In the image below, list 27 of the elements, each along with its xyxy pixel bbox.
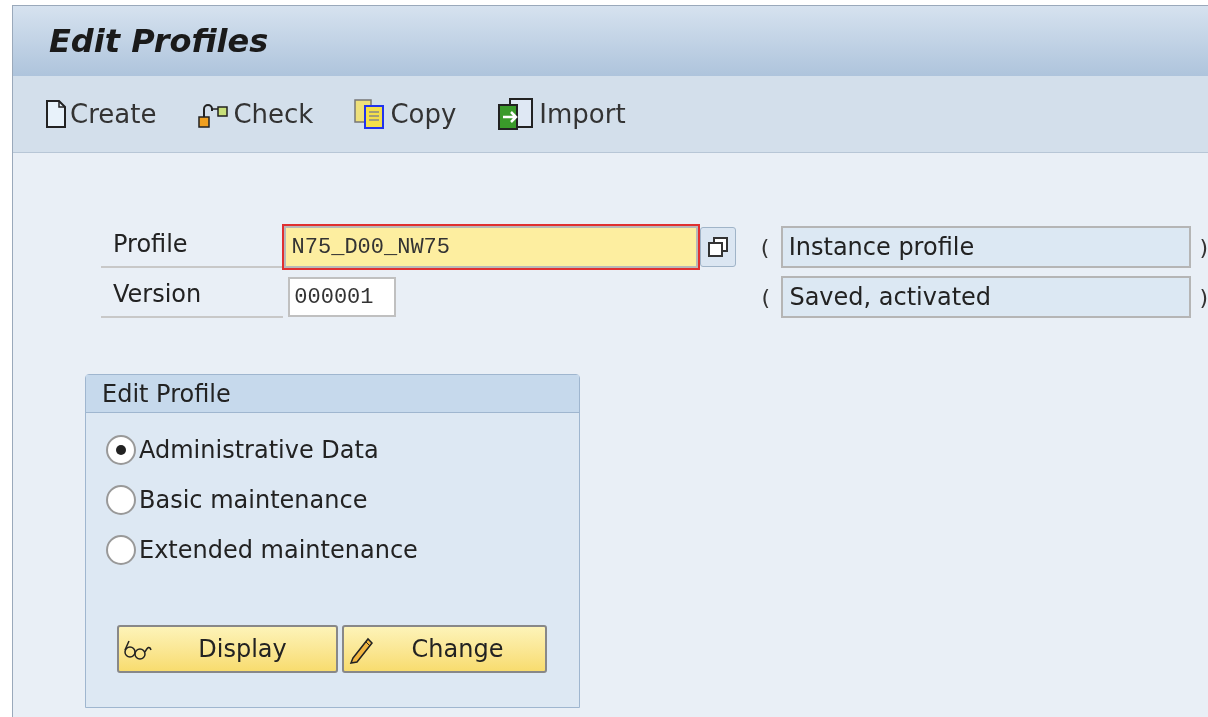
parenthesis: ( — [760, 233, 771, 262]
text-field[interactable]: N75_D00_NW75 — [283, 226, 699, 268]
copy-icon — [707, 236, 730, 258]
parenthesis: ) — [1199, 283, 1208, 312]
radio-button[interactable] — [106, 485, 136, 515]
description-field: Saved, activated — [781, 276, 1192, 318]
radio-option[interactable]: Basic maintenance — [106, 483, 368, 517]
radio-option[interactable]: Administrative Data — [106, 433, 379, 467]
change-button[interactable]: Change — [342, 625, 547, 673]
description-field: Instance profile — [780, 226, 1192, 268]
parenthesis: ) — [1199, 233, 1208, 262]
import-button[interactable]: Import — [496, 94, 626, 134]
display-button[interactable]: Display — [117, 625, 338, 673]
parenthesis: ( — [761, 283, 772, 312]
field-label: Version — [101, 276, 284, 318]
check-button[interactable]: Check — [196, 94, 314, 134]
radio-button[interactable] — [106, 435, 136, 465]
text-field[interactable]: 000001 — [288, 277, 397, 317]
value-help-button[interactable] — [700, 227, 737, 267]
copy-button[interactable]: Copy — [353, 94, 457, 134]
glasses-icon — [123, 638, 153, 660]
radio-button[interactable] — [106, 535, 136, 565]
blank-page-icon — [45, 99, 67, 129]
screen-title: Edit Profiles — [49, 21, 269, 62]
create-button[interactable]: Create — [45, 94, 157, 134]
group-title: Edit Profile — [86, 375, 579, 413]
radio-option[interactable]: Extended maintenance — [106, 533, 418, 567]
